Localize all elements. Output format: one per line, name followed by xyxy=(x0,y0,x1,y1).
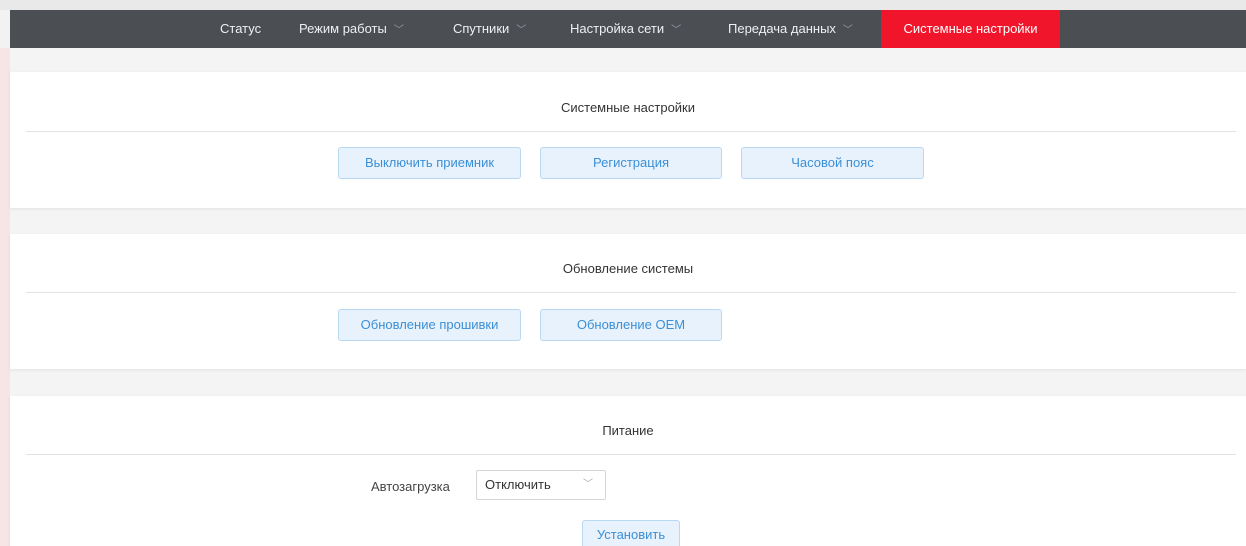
apply-button[interactable]: Установить xyxy=(582,520,680,546)
chevron-down-icon: ﹀ xyxy=(393,25,404,36)
left-decoration xyxy=(0,48,10,546)
chevron-down-icon: ﹀ xyxy=(583,479,593,490)
autoload-label: Автозагрузка xyxy=(371,479,450,494)
nav-item-system-settings[interactable]: Системные настройки xyxy=(881,10,1060,48)
system-update-card: Обновление системы Обновление прошивки О… xyxy=(10,234,1246,369)
nav-item-operating-mode[interactable]: Режим работы ﹀ xyxy=(299,10,404,48)
registration-button[interactable]: Регистрация xyxy=(540,147,722,179)
autoload-select[interactable]: Отключить ﹀ xyxy=(476,470,606,500)
autoload-select-value: Отключить xyxy=(485,477,551,492)
nav-item-status[interactable]: Статус xyxy=(220,10,261,48)
top-navbar: Статус Режим работы ﹀ Спутники ﹀ Настройка… xyxy=(10,10,1246,48)
card-title: Системные настройки xyxy=(560,100,696,115)
top-strip xyxy=(0,0,1246,10)
nav-item-data-transfer[interactable]: Передача данных ﹀ xyxy=(728,10,853,48)
firmware-update-button[interactable]: Обновление прошивки xyxy=(338,309,521,341)
power-card: Питание Автозагрузка Отключить ﹀ Установ… xyxy=(10,396,1246,546)
nav-item-label: Спутники xyxy=(453,21,510,36)
system-settings-card: Системные настройки Выключить приемник Р… xyxy=(10,72,1246,208)
nav-item-label: Статус xyxy=(220,21,262,36)
timezone-button[interactable]: Часовой пояс xyxy=(741,147,924,179)
nav-item-label: Системные настройки xyxy=(903,21,1038,36)
divider xyxy=(26,292,1236,293)
chevron-down-icon: ﹀ xyxy=(516,25,527,36)
nav-item-network-settings[interactable]: Настройка сети ﹀ xyxy=(570,10,681,48)
card-title: Обновление системы xyxy=(562,261,694,276)
main-content: Системные настройки Выключить приемник Р… xyxy=(10,48,1246,546)
divider xyxy=(26,454,1236,455)
page: Статус Режим работы ﹀ Спутники ﹀ Настройка… xyxy=(0,0,1246,546)
chevron-down-icon: ﹀ xyxy=(842,25,853,36)
shutdown-receiver-button[interactable]: Выключить приемник xyxy=(338,147,521,179)
nav-item-label: Режим работы xyxy=(299,21,387,36)
nav-item-satellites[interactable]: Спутники ﹀ xyxy=(453,10,526,48)
nav-item-label: Настройка сети xyxy=(570,21,665,36)
divider xyxy=(26,131,1236,132)
nav-item-label: Передача данных xyxy=(728,21,836,36)
card-title: Питание xyxy=(602,423,654,438)
chevron-down-icon: ﹀ xyxy=(671,25,682,36)
oem-update-button[interactable]: Обновление OEM xyxy=(540,309,722,341)
